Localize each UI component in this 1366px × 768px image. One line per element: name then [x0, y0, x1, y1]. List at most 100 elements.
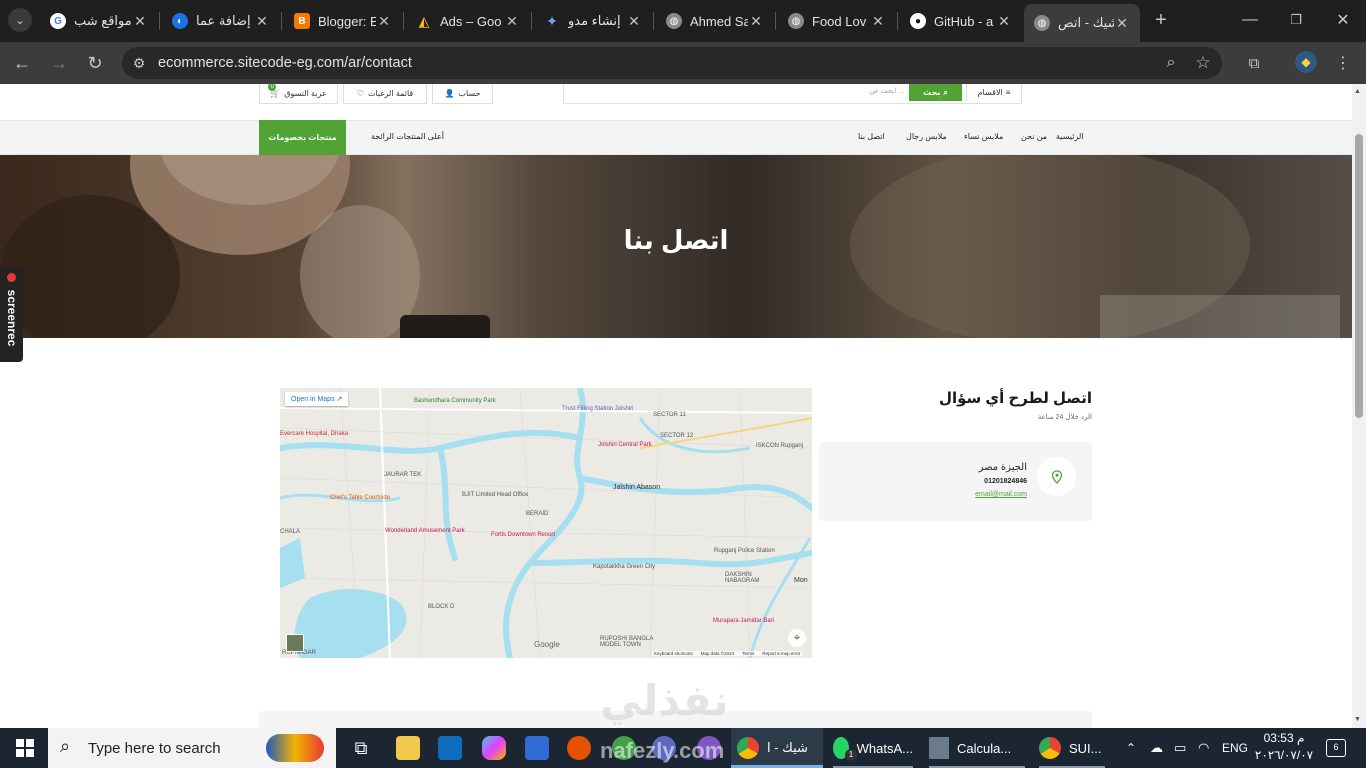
app-icon: ◐: [172, 13, 188, 29]
close-tab-icon[interactable]: ✕: [870, 13, 886, 30]
screenrec-widget[interactable]: screenrec: [0, 267, 23, 362]
bookmark-star-icon[interactable]: ☆: [1191, 51, 1215, 75]
web-page: 🛒 0 عربة التسوق ♡ قائمة الرغبات 👤 حساب ال…: [0, 84, 1352, 728]
back-icon[interactable]: ←: [10, 51, 34, 75]
search-icon: ⌕: [943, 87, 948, 97]
notification-center[interactable]: 6: [1320, 728, 1352, 768]
close-window-icon[interactable]: ✕: [1331, 8, 1355, 32]
reload-icon[interactable]: ↻: [83, 51, 107, 75]
restore-icon[interactable]: ❐: [1284, 8, 1308, 32]
tab-5[interactable]: ◍ Ahmed Sa ✕: [656, 6, 774, 36]
close-tab-icon[interactable]: ✕: [626, 13, 642, 30]
forward-icon[interactable]: →: [47, 51, 71, 75]
zoom-icon[interactable]: ⌕: [1159, 51, 1183, 75]
main-navbar: [0, 120, 1352, 155]
nav-men[interactable]: ملابس رجال: [906, 132, 947, 141]
street-view-icon[interactable]: ⌖: [788, 629, 806, 647]
deals-button[interactable]: منتجات بخصومات: [259, 120, 346, 155]
nav-contact[interactable]: اتصل بنا: [858, 132, 885, 141]
map-label: SECTOR 12: [660, 433, 694, 439]
store-icon[interactable]: [525, 736, 549, 760]
new-tab-icon[interactable]: +: [1149, 8, 1173, 32]
search-icon: ⌕: [60, 736, 71, 756]
onedrive-icon[interactable]: ☁: [1144, 728, 1169, 768]
tab-search-icon[interactable]: ⌄: [8, 8, 32, 32]
cart-button[interactable]: 🛒 0 عربة التسوق: [259, 84, 338, 104]
extensions-icon[interactable]: ⧉: [1242, 51, 1266, 75]
close-tab-icon[interactable]: ✕: [748, 13, 764, 30]
windows-logo-icon: [16, 739, 34, 757]
taskbar-search-box[interactable]: ⌕ Type here to search: [48, 728, 336, 768]
chrome-icon: [1039, 737, 1061, 759]
site-info-icon[interactable]: ⚙: [127, 51, 151, 75]
show-hidden-icons[interactable]: ⌃: [1120, 728, 1142, 768]
tab-6[interactable]: ◍ Food Lov ✕: [778, 6, 896, 36]
hero-banner: اتصل بنا: [0, 155, 1352, 338]
copilot-icon[interactable]: [482, 736, 506, 760]
tab-3[interactable]: ◭ Ads – Goo ✕: [406, 6, 530, 36]
hamburger-icon: ≡: [1005, 88, 1011, 97]
categories-dropdown[interactable]: الاقسام ≡: [966, 84, 1021, 101]
tab-2[interactable]: B Blogger: E ✕: [284, 6, 402, 36]
search-input[interactable]: ابحث عن ...: [819, 87, 904, 95]
profile-avatar[interactable]: ◆: [1295, 51, 1317, 73]
nav-best-products[interactable]: أعلى المنتجات الرائجة: [371, 132, 444, 141]
google-map[interactable]: Open in Maps ↗ Bashundhara Community Par…: [280, 388, 812, 658]
nav-women[interactable]: ملابس نساء: [964, 132, 1003, 141]
watermark-logo: نفذلي: [600, 677, 729, 724]
tab-0[interactable]: G مواقع شب ✕: [40, 6, 158, 36]
taskbar-chrome-app[interactable]: شيك - ا: [731, 728, 823, 768]
page-title: اتصل بنا: [623, 225, 729, 255]
search-button[interactable]: بحث ⌕: [909, 84, 962, 101]
user-icon: 👤: [444, 89, 455, 98]
close-tab-icon[interactable]: ✕: [996, 13, 1012, 30]
scroll-up-icon[interactable]: ▲: [1354, 88, 1361, 95]
nav-home[interactable]: الرئيسية: [1056, 132, 1084, 141]
tab-4[interactable]: ✦ إنشاء مدو ✕: [534, 6, 652, 36]
calculator-icon: [929, 737, 949, 759]
minimize-icon[interactable]: —: [1238, 8, 1262, 32]
url-text[interactable]: ecommerce.sitecode-eg.com/ar/contact: [158, 55, 412, 71]
close-tab-icon[interactable]: ✕: [1114, 15, 1130, 32]
clock-date[interactable]: ٢٠٢٦/٠٧/٠٧: [1250, 748, 1318, 762]
google-logo: Google: [534, 640, 560, 649]
outlook-icon[interactable]: [438, 736, 462, 760]
taskbar-sui-app[interactable]: SUI...: [1033, 728, 1111, 768]
taskbar-whatsapp-app[interactable]: 1 WhatsA...: [827, 728, 919, 768]
taskbar-calculator-app[interactable]: Calcula...: [923, 728, 1031, 768]
app-icon[interactable]: [567, 736, 591, 760]
map-label: RUPOSHI BANGLA MODEL TOWN: [600, 636, 654, 648]
heart-icon: ♡: [356, 89, 364, 98]
language-indicator[interactable]: ENG: [1216, 728, 1254, 768]
close-tab-icon[interactable]: ✕: [376, 13, 392, 30]
tab-7[interactable]: ● GitHub - a ✕: [900, 6, 1022, 36]
close-tab-icon[interactable]: ✕: [504, 13, 520, 30]
map-label: Rupganj Police Station: [714, 548, 775, 554]
nav-about[interactable]: من نحن: [1021, 132, 1047, 141]
wishlist-button[interactable]: ♡ قائمة الرغبات: [343, 84, 427, 104]
scrollbar-thumb[interactable]: [1355, 134, 1363, 418]
map-label: BJIT Limited Head Office: [462, 492, 529, 498]
file-explorer-icon[interactable]: [396, 736, 420, 760]
close-tab-icon[interactable]: ✕: [132, 13, 148, 30]
start-button[interactable]: [10, 728, 40, 768]
menu-dots-icon[interactable]: ⋮: [1331, 51, 1355, 75]
cart-label: عربة التسوق: [284, 89, 327, 98]
satellite-toggle[interactable]: [286, 634, 304, 652]
clock-time[interactable]: 03:53 م: [1254, 731, 1314, 745]
open-in-maps-link[interactable]: Open in Maps ↗: [285, 392, 349, 406]
contact-email[interactable]: email@mail.com: [930, 491, 1027, 498]
map-label: Wonderland Amusement Park: [385, 528, 465, 534]
globe-icon: ◍: [1034, 15, 1050, 31]
wifi-icon[interactable]: ◠: [1192, 728, 1215, 768]
map-label: SECTOR 11: [653, 412, 686, 418]
battery-icon[interactable]: ▭: [1168, 728, 1192, 768]
tab-8-active[interactable]: ◍ شيك - اتص ✕: [1024, 4, 1140, 42]
map-label: Bashundhara Community Park: [414, 398, 496, 404]
task-view-icon[interactable]: ⧉: [349, 736, 373, 760]
taskbar-search-input[interactable]: Type here to search: [88, 740, 221, 757]
tab-1[interactable]: ◐ إضافة عما ✕: [162, 6, 280, 36]
account-button[interactable]: 👤 حساب: [432, 84, 493, 104]
close-tab-icon[interactable]: ✕: [254, 13, 270, 30]
scroll-down-icon[interactable]: ▼: [1354, 716, 1361, 723]
